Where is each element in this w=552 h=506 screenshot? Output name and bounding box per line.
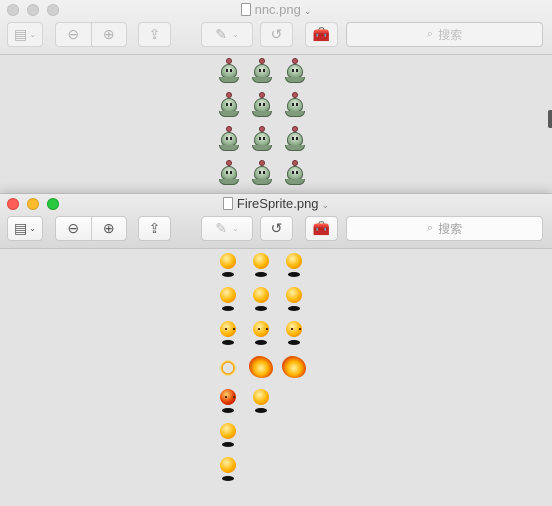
fire-sprite bbox=[215, 355, 241, 381]
markup-pen-icon: ✎ bbox=[215, 220, 228, 236]
cactus-sprite bbox=[216, 160, 242, 186]
zoom-out-icon: ⊖ bbox=[67, 26, 80, 42]
fire-sprite bbox=[281, 287, 307, 313]
chevron-down-icon[interactable]: ⌄ bbox=[322, 200, 330, 210]
window-title[interactable]: nnc.png ⌄ bbox=[0, 2, 552, 18]
rotate-button[interactable]: ↺ bbox=[260, 22, 293, 47]
cactus-sprite bbox=[216, 92, 242, 118]
markup-button[interactable]: ✎ ⌄ bbox=[201, 22, 253, 47]
fire-sprite bbox=[281, 355, 307, 381]
desktop-edge bbox=[548, 110, 552, 128]
share-icon: ⇪ bbox=[148, 26, 161, 42]
cactus-sprite bbox=[216, 126, 242, 152]
chevron-down-icon: ⌄ bbox=[29, 30, 36, 39]
cactus-sprite bbox=[249, 92, 275, 118]
window-title[interactable]: FireSprite.png ⌄ bbox=[0, 196, 552, 212]
toolbox-icon: 🧰 bbox=[312, 26, 331, 42]
preview-window-nnc: nnc.png ⌄ ▤ ⌄ ⊖ ⊕ ⇪ ✎ ⌄ ↺ 🧰 ⌕ 搜索 bbox=[0, 0, 552, 200]
titlebar: nnc.png ⌄ ▤ ⌄ ⊖ ⊕ ⇪ ✎ ⌄ ↺ 🧰 ⌕ 搜索 bbox=[0, 0, 552, 55]
share-button[interactable]: ⇪ bbox=[138, 216, 171, 241]
search-icon: ⌕ bbox=[426, 222, 434, 234]
fire-sprite bbox=[215, 287, 241, 313]
zoom-in-button[interactable]: ⊕ bbox=[91, 217, 126, 240]
zoom-out-icon: ⊖ bbox=[67, 220, 80, 236]
chevron-down-icon: ⌄ bbox=[232, 30, 239, 39]
fire-sprite bbox=[281, 253, 307, 279]
fire-sprite bbox=[248, 389, 274, 415]
share-button[interactable]: ⇪ bbox=[138, 22, 171, 47]
cactus-sprite bbox=[282, 126, 308, 152]
toolbox-button[interactable]: 🧰 bbox=[305, 22, 338, 47]
cactus-sprite bbox=[249, 58, 275, 84]
search-icon: ⌕ bbox=[426, 28, 434, 40]
search-placeholder: 搜索 bbox=[438, 222, 463, 236]
fire-sprite bbox=[248, 253, 274, 279]
fire-sprite bbox=[215, 389, 241, 415]
fire-sprite bbox=[248, 287, 274, 313]
window-title-text: nnc.png bbox=[254, 2, 301, 17]
zoom-out-button[interactable]: ⊖ bbox=[56, 23, 91, 46]
titlebar: FireSprite.png ⌄ ▤ ⌄ ⊖ ⊕ ⇪ ✎ ⌄ ↺ 🧰 ⌕ 搜索 bbox=[0, 194, 552, 249]
cactus-sprite-sheet bbox=[216, 58, 308, 186]
sidebar-icon: ▤ bbox=[14, 26, 28, 42]
cactus-sprite bbox=[282, 92, 308, 118]
markup-button[interactable]: ✎ ⌄ bbox=[201, 216, 253, 241]
zoom-controls: ⊖ ⊕ bbox=[55, 22, 127, 47]
image-canvas bbox=[0, 56, 552, 200]
search-field[interactable]: ⌕ 搜索 bbox=[346, 22, 543, 47]
chevron-down-icon: ⌄ bbox=[29, 224, 36, 233]
zoom-in-button[interactable]: ⊕ bbox=[91, 23, 126, 46]
fire-sprite bbox=[281, 321, 307, 347]
fire-sprite bbox=[248, 355, 274, 381]
rotate-button[interactable]: ↺ bbox=[260, 216, 293, 241]
sidebar-toggle-button[interactable]: ▤ ⌄ bbox=[7, 22, 43, 47]
toolbox-icon: 🧰 bbox=[312, 220, 331, 236]
fire-sprite-sheet bbox=[215, 253, 307, 483]
cactus-sprite bbox=[282, 160, 308, 186]
chevron-down-icon: ⌄ bbox=[232, 224, 239, 233]
cactus-sprite bbox=[249, 160, 275, 186]
zoom-out-button[interactable]: ⊖ bbox=[56, 217, 91, 240]
rotate-icon: ↺ bbox=[270, 220, 283, 236]
chevron-down-icon[interactable]: ⌄ bbox=[304, 6, 312, 16]
search-field[interactable]: ⌕ 搜索 bbox=[346, 216, 543, 241]
share-icon: ⇪ bbox=[148, 220, 161, 236]
search-placeholder: 搜索 bbox=[438, 28, 463, 42]
image-canvas bbox=[0, 250, 552, 506]
fire-sprite bbox=[215, 423, 241, 449]
zoom-in-icon: ⊕ bbox=[102, 26, 115, 42]
cactus-sprite bbox=[216, 58, 242, 84]
cactus-sprite bbox=[249, 126, 275, 152]
cactus-sprite bbox=[282, 58, 308, 84]
png-file-icon bbox=[240, 3, 251, 16]
rotate-icon: ↺ bbox=[270, 26, 283, 42]
preview-window-firesprite: FireSprite.png ⌄ ▤ ⌄ ⊖ ⊕ ⇪ ✎ ⌄ ↺ 🧰 ⌕ 搜索 bbox=[0, 193, 552, 506]
fire-sprite bbox=[215, 253, 241, 279]
fire-sprite bbox=[215, 321, 241, 347]
window-title-text: FireSprite.png bbox=[236, 196, 319, 211]
fire-sprite bbox=[215, 457, 241, 483]
png-file-icon bbox=[222, 197, 233, 210]
markup-pen-icon: ✎ bbox=[215, 26, 228, 42]
zoom-controls: ⊖ ⊕ bbox=[55, 216, 127, 241]
sidebar-icon: ▤ bbox=[14, 220, 28, 236]
sidebar-toggle-button[interactable]: ▤ ⌄ bbox=[7, 216, 43, 241]
zoom-in-icon: ⊕ bbox=[102, 220, 115, 236]
fire-sprite bbox=[248, 321, 274, 347]
toolbox-button[interactable]: 🧰 bbox=[305, 216, 338, 241]
